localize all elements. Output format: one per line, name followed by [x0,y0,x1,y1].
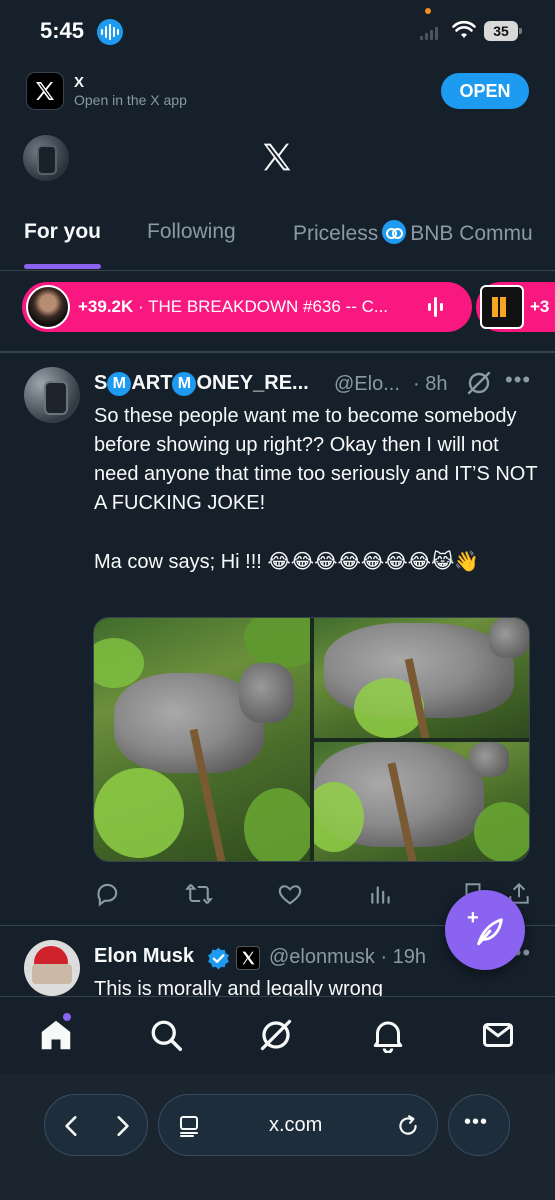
feather-icon [477,918,503,946]
tweet-photo[interactable] [94,618,310,861]
like-icon[interactable] [276,880,304,908]
app-name: X [74,74,85,91]
cellular-signal-icon [420,24,438,40]
search-icon[interactable] [148,1017,184,1053]
app-subtitle: Open in the X app [74,92,187,108]
more-options-icon[interactable]: ••• [505,367,531,393]
verified-badge-icon[interactable] [206,946,231,971]
more-icon: ••• [464,1111,489,1133]
audio-wave-icon [428,296,443,318]
tab-priceless-bnb-community[interactable]: Priceless BNB Commu [293,220,533,246]
live-space-pill[interactable]: +39.2K · THE BREAKDOWN #636 -- C... [22,282,472,332]
tweet-text: So these people want me to become somebo… [94,402,539,577]
status-time: 5:45 [40,18,85,43]
tweet-timestamp[interactable]: · 8h [413,373,447,396]
circled-m-icon: M [172,372,197,396]
retweet-icon[interactable] [185,880,213,908]
space-title-text: · THE BREAKDOWN #636 -- C... [133,297,389,316]
privacy-indicator-icon [425,8,431,14]
grok-icon[interactable] [258,1017,294,1053]
tweet-text-paragraph: So these people want me to become somebo… [94,405,538,514]
divider [0,270,555,271]
back-icon[interactable] [59,1112,85,1140]
tab-bnb-label: BNB Commu [410,222,533,245]
divider [0,351,555,353]
browser-nav-group [44,1094,148,1156]
notification-dot [61,1011,73,1023]
tweet-author-handle[interactable]: @elonmusk · 19h [269,946,426,969]
reply-icon[interactable] [94,880,122,908]
address-bar[interactable]: x.com [158,1094,438,1156]
space-listener-count-2: +3 [530,297,550,316]
sound-recording-icon [97,19,123,45]
tweet-photo[interactable] [314,742,529,861]
messages-icon[interactable] [480,1017,516,1053]
timeline-tabs: For you Following Priceless BNB Commu [0,200,555,270]
tweet-media-grid [93,617,530,862]
open-app-button[interactable]: OPEN [441,73,529,109]
profile-avatar[interactable] [23,135,69,181]
tweet-author-name[interactable]: S M ART M ONEY_RE... [94,372,309,396]
active-tab-indicator [24,264,101,269]
x-app-icon [26,72,64,110]
space-listener-count: +39.2K [78,297,134,316]
browser-menu-button[interactable]: ••• [448,1094,510,1156]
tab-priceless-label: Priceless [293,222,379,245]
views-icon[interactable] [368,880,394,908]
browser-toolbar: x.com ••• [0,1074,555,1200]
forward-icon[interactable] [109,1112,135,1140]
grok-icon[interactable] [466,370,492,396]
circled-m-icon: M [107,372,132,396]
x-logo-icon[interactable] [261,141,293,173]
tab-following[interactable]: Following [147,220,236,244]
tweet-text-paragraph: Ma cow says; Hi !!! 😂😂😂😂😂😂😂😹👋 [94,549,480,573]
tweet-author-avatar[interactable] [24,940,80,996]
emoji-sequence: 😂😂😂😂😂😂😂😹👋 [267,549,480,573]
tweet-photo[interactable] [314,618,529,738]
battery-icon: 35 [484,21,522,41]
open-in-app-banner: X Open in the X app OPEN [0,62,555,120]
tweet-author-handle[interactable]: @Elo... [334,373,400,396]
infinity-icon [382,220,407,244]
reader-mode-icon[interactable] [177,1113,201,1139]
space-host-logo [480,285,524,329]
status-bar: 5:45 35 [0,0,555,62]
live-space-pill-2[interactable]: +3 [476,282,555,332]
space-host-avatar [26,285,70,329]
reload-icon[interactable] [395,1113,421,1139]
tweet-author-name[interactable]: Elon Musk [94,945,194,968]
url-text: x.com [269,1114,323,1136]
notifications-icon[interactable] [370,1017,406,1053]
tweet-author-avatar[interactable] [24,367,80,423]
tweet-text: This is morally and legally wrong [94,978,384,996]
tab-for-you[interactable]: For you [24,220,101,244]
bottom-navigation [0,996,555,1074]
compose-post-button[interactable]: + [445,890,525,970]
space-title: +39.2K · THE BREAKDOWN #636 -- C... [78,297,388,317]
x-affiliate-badge-icon[interactable] [236,946,260,970]
wifi-icon [452,20,476,38]
